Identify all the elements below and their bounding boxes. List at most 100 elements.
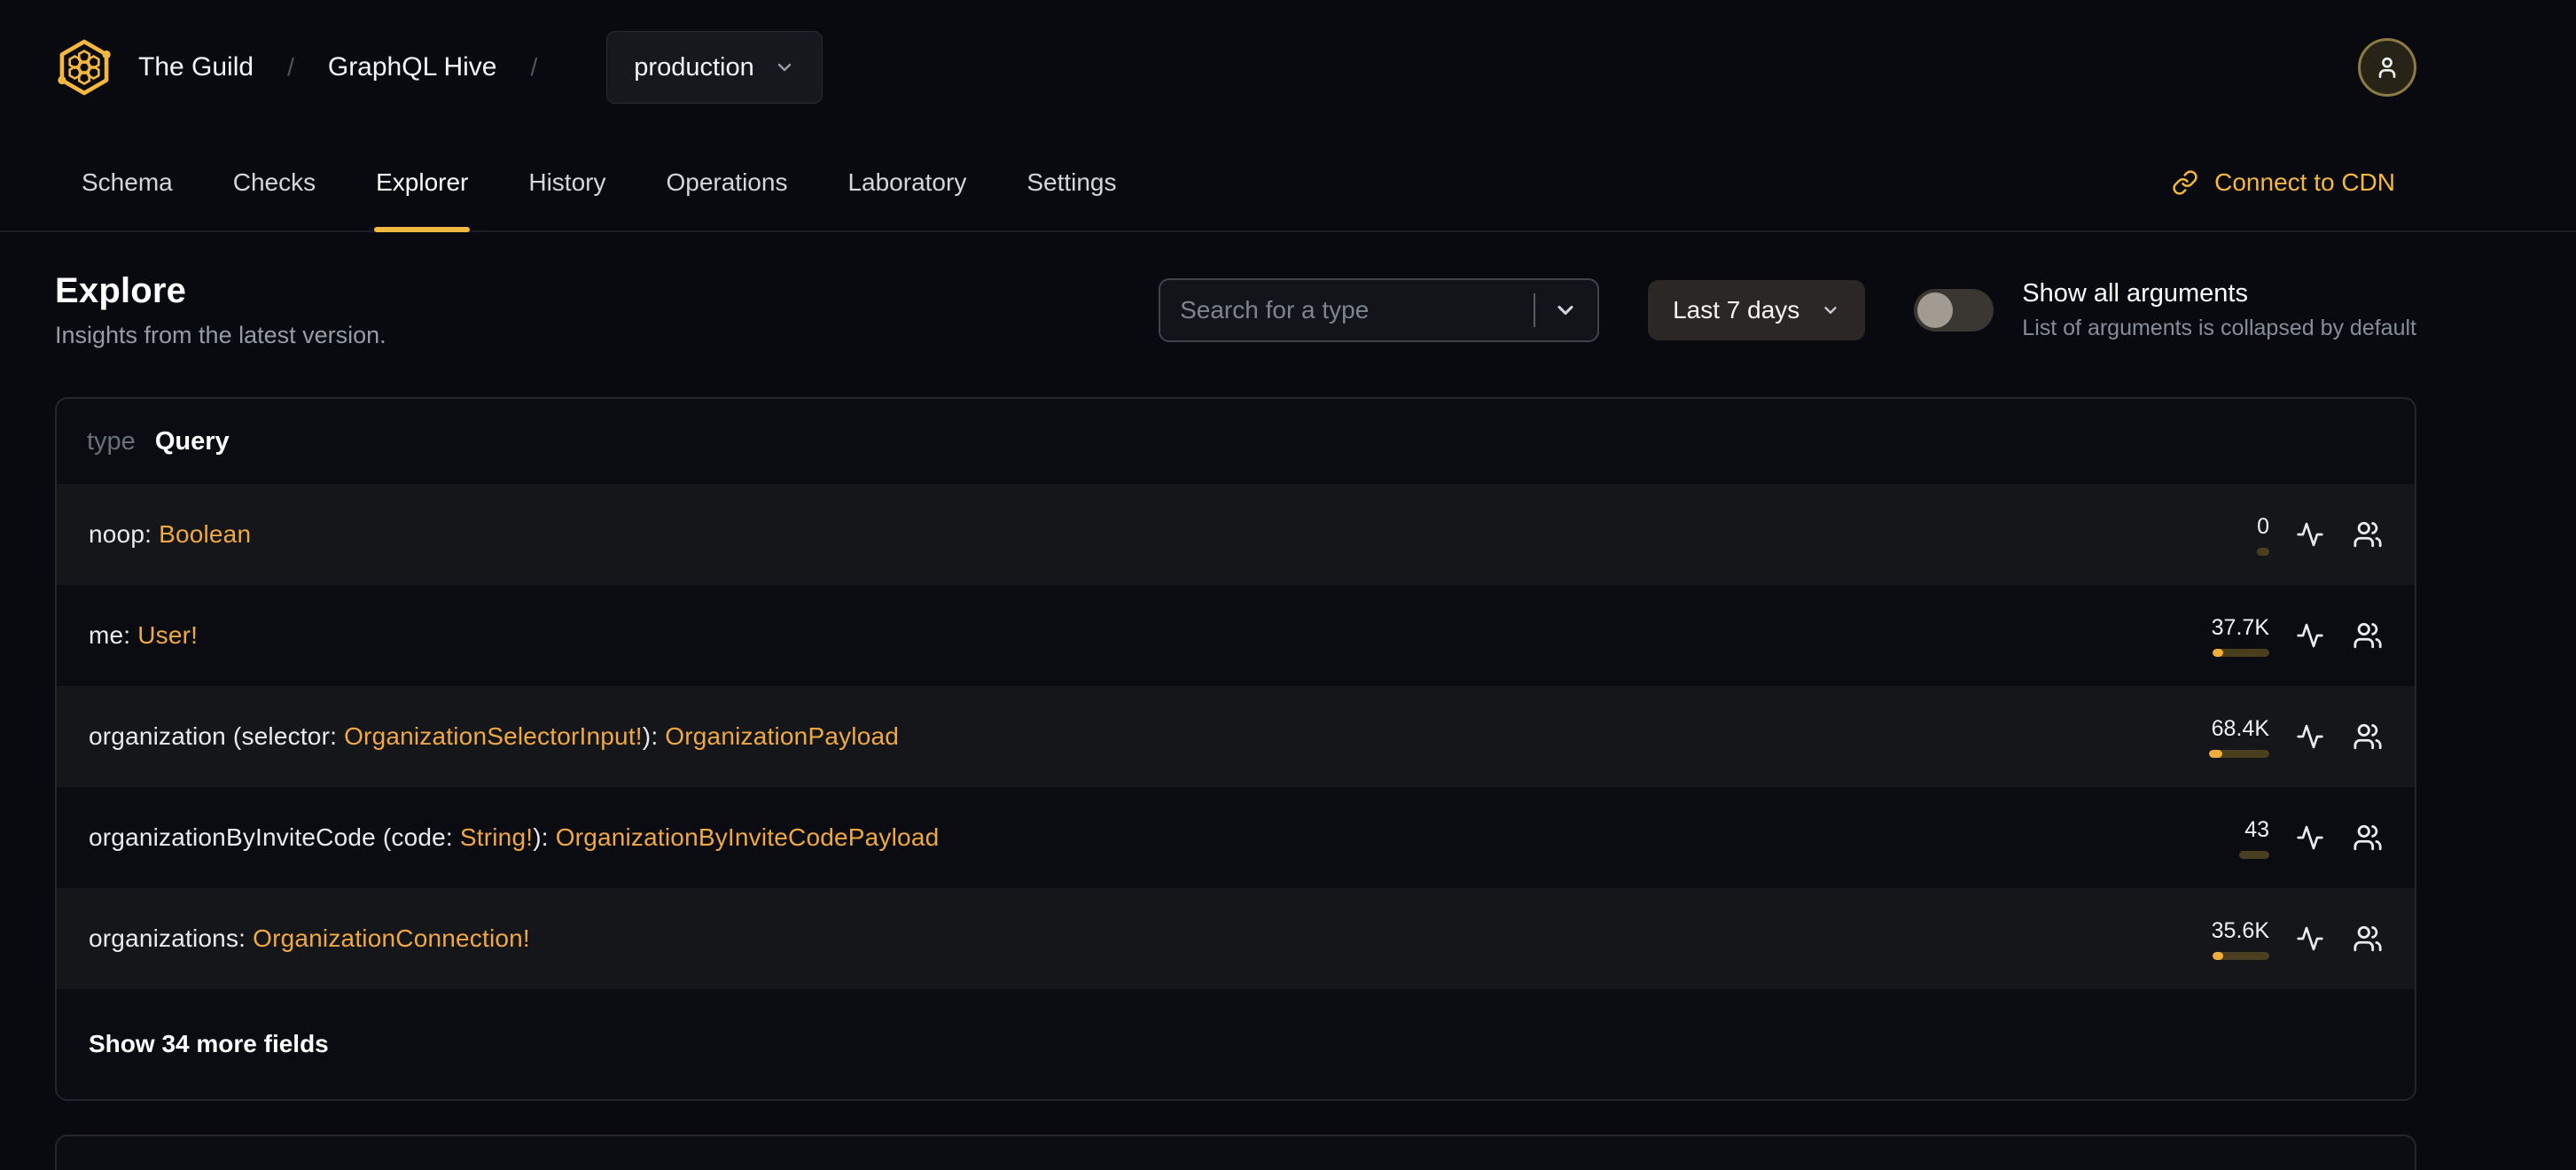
- field-row[interactable]: noop: Boolean 0: [57, 484, 2415, 585]
- field-usage-bar: [2257, 547, 2269, 556]
- field-name-text: me:: [89, 621, 138, 649]
- breadcrumb-project[interactable]: GraphQL Hive: [328, 52, 497, 82]
- users-icon[interactable]: [2353, 722, 2383, 752]
- field-name-text: ):: [533, 823, 556, 851]
- users-icon[interactable]: [2353, 924, 2383, 954]
- type-search-placeholder: Search for a type: [1180, 296, 1370, 324]
- show-all-arguments-toggle[interactable]: [1914, 289, 1994, 332]
- nav-tabs: Schema Checks Explorer History Operations Lab…: [55, 135, 1119, 232]
- connect-to-cdn-label: Connect to CDN: [2214, 168, 2395, 196]
- field-usage-count: 0: [2257, 513, 2269, 539]
- activity-icon[interactable]: [2296, 722, 2324, 751]
- field-usage: 35.6K: [2119, 918, 2269, 960]
- hive-logo[interactable]: [55, 38, 113, 97]
- users-icon[interactable]: [2353, 519, 2383, 550]
- type-card: type Query noop: Boolean 0 me: User! 37.…: [55, 397, 2416, 1101]
- next-type-card-partial: [55, 1135, 2416, 1170]
- type-search-combobox[interactable]: Search for a type: [1159, 278, 1600, 342]
- connect-to-cdn-link[interactable]: Connect to CDN: [2172, 135, 2416, 230]
- field-row[interactable]: me: User! 37.7K: [57, 585, 2415, 686]
- field-rows: noop: Boolean 0 me: User! 37.7K organiza…: [57, 484, 2415, 989]
- field-type-link[interactable]: OrganizationPayload: [665, 722, 899, 750]
- nav-tab-checks[interactable]: Checks: [231, 135, 317, 230]
- field-row[interactable]: organizationByInviteCode (code: String!)…: [57, 787, 2415, 888]
- field-name-text: organizationByInviteCode (code:: [89, 823, 460, 851]
- field-usage-bar: [2213, 951, 2269, 960]
- link-icon: [2172, 169, 2198, 196]
- field-signature: me: User!: [89, 621, 198, 650]
- nav-tab-explorer[interactable]: Explorer: [374, 135, 471, 232]
- field-usage-bar: [2209, 749, 2269, 758]
- page-title: Explore: [55, 271, 187, 310]
- field-usage: 68.4K: [2119, 716, 2269, 758]
- users-icon[interactable]: [2353, 823, 2383, 853]
- field-usage-count: 43: [2244, 816, 2269, 842]
- user-avatar-button[interactable]: [2358, 38, 2416, 97]
- chevron-down-icon[interactable]: [1553, 298, 1578, 323]
- nav-tab-history[interactable]: History: [527, 135, 607, 230]
- field-usage: 43: [2119, 817, 2269, 859]
- field-signature: organizations: OrganizationConnection!: [89, 924, 530, 953]
- top-bar: The Guild / GraphQL Hive / production: [55, 0, 2416, 135]
- toggle-label: Show all arguments: [2022, 279, 2248, 308]
- toggle-labels: Show all arguments List of arguments is …: [2022, 279, 2416, 341]
- field-row[interactable]: organization (selector: OrganizationSele…: [57, 686, 2415, 787]
- main-navigation: Schema Checks Explorer History Operations Lab…: [0, 135, 2576, 232]
- field-stats: 37.7K: [2119, 615, 2383, 657]
- breadcrumb-separator: /: [287, 53, 294, 81]
- field-usage: 0: [2119, 514, 2269, 556]
- field-usage-count: 37.7K: [2211, 614, 2269, 640]
- users-icon[interactable]: [2353, 620, 2383, 651]
- field-stats: 0: [2119, 514, 2383, 556]
- field-usage-bar: [2213, 648, 2269, 657]
- activity-icon[interactable]: [2296, 520, 2324, 549]
- field-signature: organization (selector: OrganizationSele…: [89, 722, 899, 751]
- field-usage-bar: [2239, 850, 2269, 859]
- type-name: Query: [154, 426, 230, 456]
- page-subtitle: Insights from the latest version.: [55, 322, 386, 348]
- field-type-link[interactable]: User!: [137, 621, 198, 649]
- target-selector[interactable]: production: [606, 31, 823, 104]
- field-type-link[interactable]: OrganizationByInviteCodePayload: [556, 823, 940, 851]
- type-card-header: type Query: [57, 399, 2415, 484]
- field-stats: 43: [2119, 817, 2383, 859]
- field-type-link[interactable]: Boolean: [159, 520, 251, 548]
- field-signature: noop: Boolean: [89, 520, 251, 549]
- date-range-selector[interactable]: Last 7 days: [1648, 280, 1866, 340]
- activity-icon[interactable]: [2296, 924, 2324, 953]
- field-stats: 68.4K: [2119, 716, 2383, 758]
- toggle-knob: [1917, 292, 1954, 328]
- field-usage: 37.7K: [2119, 615, 2269, 657]
- page-header: Explore Insights from the latest version…: [55, 271, 386, 349]
- field-name-text: noop:: [89, 520, 160, 548]
- field-type-link[interactable]: OrganizationConnection!: [253, 924, 530, 952]
- field-usage-count: 35.6K: [2211, 917, 2269, 943]
- field-type-link[interactable]: String!: [460, 823, 533, 851]
- activity-icon[interactable]: [2296, 621, 2324, 650]
- field-name-text: organization (selector:: [89, 722, 345, 750]
- nav-tab-laboratory[interactable]: Laboratory: [846, 135, 968, 230]
- field-usage-count: 68.4K: [2211, 715, 2269, 741]
- date-range-label: Last 7 days: [1673, 296, 1800, 324]
- field-name-text: organizations:: [89, 924, 254, 952]
- nav-tab-settings[interactable]: Settings: [1025, 135, 1118, 230]
- person-icon: [2373, 53, 2401, 82]
- type-kind-label: type: [87, 426, 136, 456]
- toggle-description: List of arguments is collapsed by defaul…: [2022, 316, 2416, 340]
- nav-tab-schema[interactable]: Schema: [80, 135, 175, 230]
- explorer-controls: Search for a type Last 7 days Show all a…: [1159, 278, 2416, 342]
- field-signature: organizationByInviteCode (code: String!)…: [89, 823, 939, 852]
- nav-tab-operations[interactable]: Operations: [664, 135, 789, 230]
- target-selector-label: production: [634, 52, 754, 82]
- combobox-divider: [1534, 293, 1536, 327]
- field-name-text: ):: [642, 722, 666, 750]
- field-stats: 35.6K: [2119, 918, 2383, 960]
- activity-icon[interactable]: [2296, 823, 2324, 852]
- breadcrumb-separator: /: [530, 53, 538, 81]
- chevron-down-icon: [774, 57, 795, 78]
- field-row[interactable]: organizations: OrganizationConnection! 3…: [57, 888, 2415, 989]
- field-type-link[interactable]: OrganizationSelectorInput!: [344, 722, 643, 750]
- breadcrumb-org[interactable]: The Guild: [138, 52, 254, 82]
- show-more-fields-button[interactable]: Show 34 more fields: [57, 989, 2415, 1099]
- chevron-down-icon: [1821, 300, 1840, 320]
